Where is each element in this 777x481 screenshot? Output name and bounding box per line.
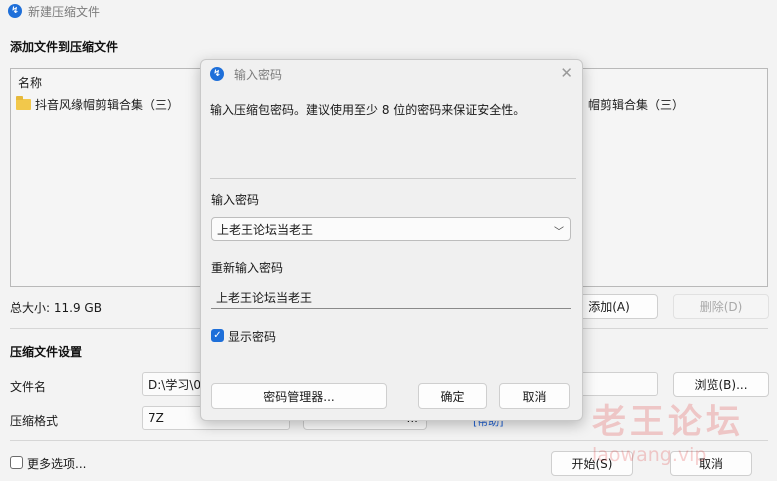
dialog-app-icon: ↯ bbox=[210, 67, 224, 81]
dialog-description: 输入压缩包密码。建议使用至少 8 位的密码来保证安全性。 bbox=[210, 103, 526, 117]
folder-icon bbox=[16, 96, 31, 110]
chevron-down-icon[interactable]: ﹀ bbox=[554, 223, 564, 238]
password-label: 输入密码 bbox=[211, 193, 260, 207]
filename-label: 文件名 bbox=[10, 380, 47, 394]
dialog-cancel-button[interactable]: 取消 bbox=[499, 383, 570, 409]
password-value: 上老王论坛当老王 bbox=[217, 222, 314, 237]
password-combobox[interactable]: 上老王论坛当老王 ﹀ bbox=[211, 217, 571, 241]
add-files-section-title: 添加文件到压缩文件 bbox=[10, 40, 119, 54]
reenter-password-label: 重新输入密码 bbox=[211, 261, 284, 275]
total-size-label: 总大小: 11.9 GB bbox=[10, 301, 102, 315]
delete-button[interactable]: 删除(D) bbox=[673, 294, 769, 319]
password-dialog: ↯ 输入密码 ✕ 输入压缩包密码。建议使用至少 8 位的密码来保证安全性。 输入… bbox=[200, 59, 583, 421]
format-label: 压缩格式 bbox=[10, 414, 59, 428]
password-manager-button[interactable]: 密码管理器... bbox=[211, 383, 387, 409]
ok-button[interactable]: 确定 bbox=[418, 383, 487, 409]
window-titlebar: ↯ 新建压缩文件 bbox=[0, 0, 777, 22]
watermark: 老王论坛 bbox=[592, 402, 744, 442]
list-item-overflow-text: 帽剪辑合集（三） bbox=[588, 98, 685, 112]
settings-section-title: 压缩文件设置 bbox=[10, 345, 83, 359]
more-options-checkbox[interactable] bbox=[10, 456, 23, 469]
dialog-titlebar: ↯ 输入密码 bbox=[201, 60, 582, 88]
reenter-password-field[interactable]: 上老王论坛当老王 bbox=[211, 286, 571, 309]
show-password-label[interactable]: 显示密码 bbox=[228, 328, 276, 345]
watermark-url: laowang.vip bbox=[592, 444, 707, 466]
list-item-label: 抖音风缘帽剪辑合集（三） bbox=[35, 98, 180, 112]
close-icon[interactable]: ✕ bbox=[560, 65, 573, 81]
more-options-label[interactable]: 更多选项... bbox=[27, 455, 86, 472]
window-title: 新建压缩文件 bbox=[28, 4, 101, 19]
list-item[interactable]: 抖音风缘帽剪辑合集（三） bbox=[16, 96, 179, 113]
dialog-title: 输入密码 bbox=[234, 67, 283, 82]
dialog-divider bbox=[210, 178, 576, 179]
app-logo-icon: ↯ bbox=[8, 4, 22, 18]
show-password-checkbox[interactable]: ✓ bbox=[211, 329, 224, 342]
column-header-name[interactable]: 名称 bbox=[18, 74, 42, 91]
